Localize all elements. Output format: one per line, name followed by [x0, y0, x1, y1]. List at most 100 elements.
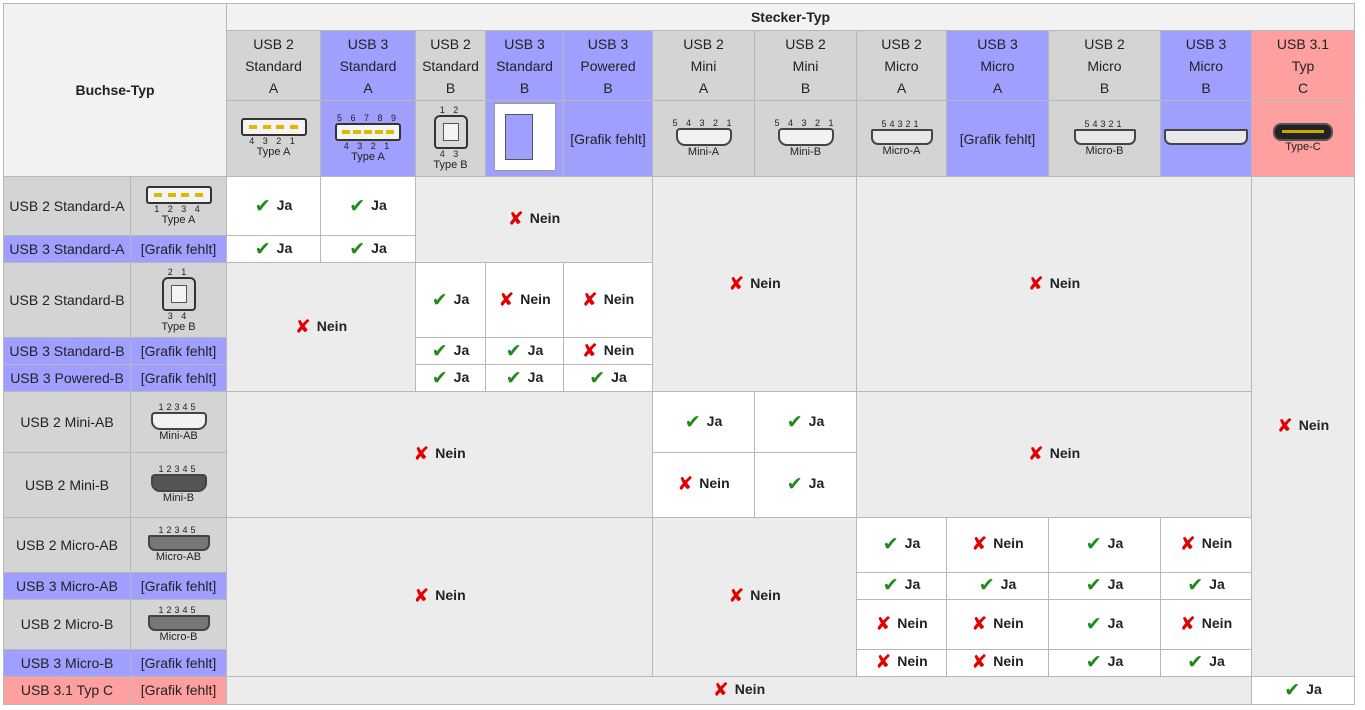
row-image-cell: 12345 Micro-AB	[130, 516, 227, 573]
column-header-line: USB 2	[881, 35, 922, 52]
pin-numbers: 4 3	[439, 149, 462, 160]
nein-value: Nein	[971, 653, 1023, 669]
row-header: USB 2 Mini-AB	[3, 391, 131, 453]
table-row: USB 3.1 Typ C [Grafik fehlt] Nein Ja	[3, 675, 1355, 706]
mini-shape	[777, 128, 834, 147]
nein-value: Nein	[582, 342, 634, 358]
column-header-line: Standard	[339, 57, 397, 74]
micro-ab-socket-icon: 12345 Micro-AB	[147, 525, 210, 564]
compat-cell: Ja	[652, 391, 755, 453]
compat-cell: Ja	[226, 235, 321, 264]
micro-b-plug-icon: 54321 Micro-B	[1073, 119, 1136, 158]
column-header-line: Micro	[1188, 57, 1224, 74]
pin-numbers-top: 5 4 3 2 1	[774, 118, 837, 129]
column-header: USB 3 Micro A	[946, 30, 1049, 102]
pin-numbers-top: 12345	[158, 464, 199, 475]
ja-value: Ja	[1284, 681, 1322, 697]
row-label: USB 2 Mini-B	[24, 476, 110, 493]
row-header: USB 2 Standard-B	[3, 262, 131, 339]
column-header: USB 2 Standard B	[415, 30, 486, 102]
compat-cell: Ja	[946, 571, 1049, 600]
compat-cell: Nein	[1251, 176, 1355, 677]
column-header-line: Typ	[1291, 57, 1315, 74]
column-header-line: USB 2	[430, 35, 471, 52]
compat-cell: Ja	[226, 176, 321, 237]
mini-shape	[675, 128, 732, 147]
missing-graphic-label: [Grafik fehlt]	[140, 577, 217, 594]
column-header-line: B	[1201, 79, 1211, 96]
column-header: USB 2 Micro A	[856, 30, 947, 102]
compat-cell: Ja	[1048, 571, 1161, 600]
nein-value: Nein	[508, 210, 560, 226]
row-image-cell: 12345 Micro-B	[130, 598, 227, 650]
column-image-cell: 54321 Micro-B	[1048, 100, 1161, 178]
connector-caption: Mini-B	[162, 492, 195, 505]
compat-cell: Nein	[226, 675, 1252, 706]
nein-value: Nein	[728, 587, 780, 603]
ja-value: Ja	[1086, 535, 1124, 551]
ja-value: Ja	[787, 475, 825, 491]
compat-cell: Ja	[485, 364, 564, 393]
compat-cell: Nein	[652, 176, 857, 393]
column-header-line: A	[896, 79, 907, 96]
row-label: USB 3 Micro-B	[20, 654, 114, 671]
column-image-cell: 54321 Micro-A	[856, 100, 947, 178]
compat-cell: Nein	[563, 262, 653, 339]
nein-value: Nein	[971, 535, 1023, 551]
column-image-cell	[1160, 100, 1252, 178]
table-row: USB 2 Standard-A 1 2 3 4Type A Ja Ja Nein Nei…	[3, 176, 1355, 677]
column-header-line: A	[992, 79, 1003, 96]
row-label: USB 2 Micro-B	[20, 616, 114, 633]
nein-value: Nein	[295, 318, 347, 334]
compat-cell: Ja	[1048, 598, 1161, 650]
row-header: USB 3 Standard-B	[3, 337, 131, 366]
column-header-line: USB 3	[1185, 35, 1227, 52]
ja-value: Ja	[883, 576, 921, 592]
nein-value: Nein	[875, 615, 927, 631]
stecker-typ-label: Stecker-Typ	[750, 9, 831, 26]
pin-numbers-top: 12345	[158, 401, 199, 412]
column-header: USB 3.1 Typ C	[1251, 30, 1355, 102]
mini-a-plug-icon: 5 4 3 2 1 Mini-A	[672, 118, 734, 159]
type-a-shape	[335, 123, 401, 142]
micro-shape	[147, 535, 210, 552]
column-header-line: USB 2	[1084, 35, 1125, 52]
column-header-line: USB 3	[587, 35, 629, 52]
pin-numbers: 1 2 3 4	[154, 203, 203, 214]
type-a-shape	[240, 118, 307, 137]
nein-value: Nein	[677, 475, 729, 491]
row-image-cell: [Grafik fehlt]	[130, 337, 227, 366]
column-header-line: Powered	[580, 57, 636, 74]
pin-numbers: 4 3 2 1	[249, 136, 298, 147]
connector-caption: Type A	[351, 151, 385, 164]
nein-value: Nein	[971, 615, 1023, 631]
buchse-typ-header: Buchse-Typ	[3, 2, 227, 178]
compat-cell: Nein	[856, 598, 947, 650]
column-header-line: USB 3.1	[1276, 35, 1330, 52]
compat-cell: Nein	[1160, 516, 1252, 573]
row-label: USB 2 Standard-B	[9, 292, 125, 309]
column-image-cell: [Grafik fehlt]	[563, 100, 653, 178]
ja-value: Ja	[589, 369, 627, 385]
row-image-cell: [Grafik fehlt]	[130, 675, 227, 706]
compat-cell: Nein	[226, 262, 416, 393]
row-image-cell: 1 2 3 4 Type A	[130, 176, 227, 237]
connector-caption: Micro-AB	[155, 551, 202, 564]
compat-cell: Nein	[856, 391, 1252, 518]
compat-cell: Ja	[320, 235, 416, 264]
compat-cell: Ja	[1048, 516, 1161, 573]
micro-shape	[1073, 129, 1136, 146]
usb-b-socket-icon: 2 1 3 4 Type B	[161, 267, 195, 334]
row-label: USB 3.1 Typ C	[20, 682, 114, 699]
column-header-line: B	[800, 79, 811, 96]
column-image-cell: 5 4 3 2 1 Mini-A	[652, 100, 755, 178]
nein-value: Nein	[875, 653, 927, 669]
connector-caption: Mini-A	[687, 146, 720, 159]
pin-numbers-top: 5 4 3 2 1	[672, 118, 735, 129]
row-label: USB 2 Micro-AB	[16, 536, 118, 553]
compat-cell: Ja	[754, 451, 857, 518]
row-image-cell: [Grafik fehlt]	[130, 648, 227, 677]
mini-ab-socket-icon: 12345 Mini-AB	[150, 401, 207, 443]
ja-value: Ja	[1086, 576, 1124, 592]
row-label: USB 3 Standard-B	[9, 343, 125, 360]
